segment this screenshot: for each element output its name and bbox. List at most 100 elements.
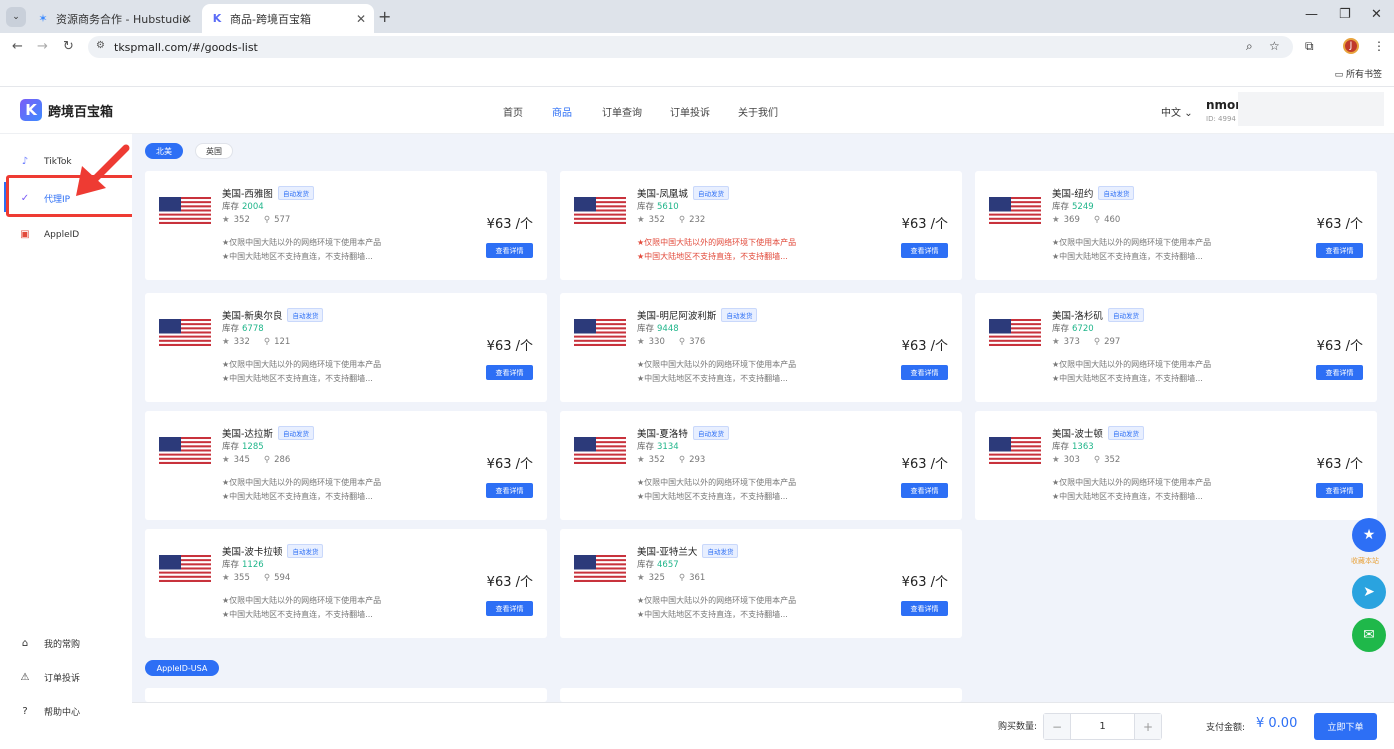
increase-button[interactable]: +: [1134, 714, 1161, 739]
product-card[interactable]: 美国-亚特兰大 自动发货 库存 4657 ★ 325 ⚲ 361 ★仅限中国大陆以外的网络环境下…: [560, 529, 962, 638]
minimize-icon[interactable]: —: [1305, 7, 1318, 22]
favorite-site-button[interactable]: ★: [1352, 518, 1386, 552]
back-icon[interactable]: ←: [12, 39, 23, 54]
sidebar-item-help[interactable]: ? 帮助中心: [18, 705, 80, 718]
extensions-icon[interactable]: ⧉: [1305, 39, 1314, 54]
product-card[interactable]: 美国-凤凰城 自动发货 库存 5610 ★ 352 ⚲ 232 ★仅限中国大陆以外的网络环境下使…: [560, 171, 962, 280]
product-title-text: 美国-亚特兰大: [637, 547, 698, 558]
pay-amount-label: 支付金额:: [1206, 723, 1246, 733]
quantity-stepper[interactable]: − 1 +: [1043, 713, 1162, 740]
window-close-icon[interactable]: ✕: [1371, 7, 1382, 22]
usage-note: ★中国大陆地区不支持直连，不支持翻墙...: [1052, 374, 1203, 383]
telegram-button[interactable]: ➤: [1352, 575, 1386, 609]
view-details-button[interactable]: 查看详情: [486, 483, 533, 498]
nav-about[interactable]: 关于我们: [738, 104, 778, 119]
product-stock: 库存 5610: [637, 200, 679, 212]
nav-order-query[interactable]: 订单查询: [602, 104, 642, 119]
place-order-button[interactable]: 立即下单: [1314, 713, 1377, 740]
us-flag-icon: [159, 555, 211, 582]
star-icon: ★: [637, 455, 645, 465]
product-card[interactable]: 美国-夏洛特 自动发货 库存 3134 ★ 352 ⚲ 293 ★仅限中国大陆以外的网络环境下使…: [560, 411, 962, 520]
rating-count: 303: [1063, 455, 1080, 465]
region-tab-uk[interactable]: 英国: [195, 143, 233, 159]
forward-icon[interactable]: →: [37, 39, 48, 54]
view-details-button[interactable]: 查看详情: [901, 243, 948, 258]
tag-icon: ⚲: [678, 337, 686, 347]
tab-search-icon[interactable]: ⌄: [6, 7, 26, 27]
all-bookmarks-button[interactable]: ▭ 所有书签: [1335, 67, 1382, 80]
region-tab-north-america[interactable]: 北美: [145, 143, 183, 159]
sidebar-item-label: 订单投诉: [44, 674, 81, 684]
product-card[interactable]: 美国-西雅图 自动发货 库存 2004 ★ 352 ⚲ 577 ★仅限中国大陆以外的网络环境下使…: [145, 171, 547, 280]
browser-menu-icon[interactable]: ⋮: [1373, 39, 1385, 53]
rating-count: 345: [233, 455, 250, 465]
product-card[interactable]: 美国-纽约 自动发货 库存 5249 ★ 369 ⚲ 460 ★仅限中国大陆以外的网络环境下使用…: [975, 171, 1377, 280]
nav-order-complaint[interactable]: 订单投诉: [670, 104, 710, 119]
sidebar-item-tiktok[interactable]: ♪ TikTok: [18, 156, 72, 167]
usage-note: ★仅限中国大陆以外的网络环境下使用本产品: [637, 596, 797, 605]
product-stats: ★ 369 ⚲ 460: [1052, 215, 1120, 225]
language-label: 中文: [1161, 108, 1181, 119]
zoom-icon[interactable]: ⌕: [1246, 39, 1253, 54]
star-icon: ★: [1362, 527, 1376, 543]
stock-value: 1363: [1072, 442, 1094, 452]
apple-id-icon: ▣: [20, 229, 30, 240]
view-details-button[interactable]: 查看详情: [1316, 483, 1363, 498]
auto-delivery-badge: 自动发货: [287, 308, 324, 322]
stock-value: 6778: [242, 324, 264, 334]
close-tab-icon[interactable]: ✕: [356, 12, 366, 26]
url-input[interactable]: ⚙ tkspmall.com/#/goods-list: [88, 36, 1293, 58]
profile-avatar[interactable]: J: [1343, 38, 1359, 54]
reload-icon[interactable]: ↻: [63, 39, 74, 54]
new-tab-icon[interactable]: +: [378, 7, 391, 26]
bookmark-star-icon[interactable]: ☆: [1269, 39, 1280, 53]
view-details-button[interactable]: 查看详情: [486, 243, 533, 258]
product-card[interactable]: [560, 688, 962, 702]
stock-label: 库存: [637, 442, 655, 452]
section-title-appleid-usa[interactable]: AppleID-USA: [145, 660, 219, 676]
product-stock: 库存 1363: [1052, 440, 1094, 452]
browser-tab-hubstudio[interactable]: ✶ 资源商务合作 - Hubstudio ✕: [28, 4, 200, 33]
usage-note: ★中国大陆地区不支持直连，不支持翻墙...: [637, 374, 788, 383]
product-price: ¥63 /个: [901, 217, 948, 232]
site-logo[interactable]: K 跨境百宝箱: [20, 99, 113, 121]
language-select[interactable]: 中文 ⌄: [1161, 104, 1193, 119]
view-details-button[interactable]: 查看详情: [901, 483, 948, 498]
tag-icon: ⚲: [678, 573, 686, 583]
auto-delivery-badge: 自动发货: [702, 544, 739, 558]
stock-label: 库存: [637, 202, 655, 212]
star-icon: ★: [222, 455, 230, 465]
view-details-button[interactable]: 查看详情: [901, 601, 948, 616]
warning-icon: ⚠: [20, 672, 30, 683]
close-tab-icon[interactable]: ✕: [182, 12, 192, 26]
browser-tab-goods[interactable]: K 商品-跨境百宝箱 ✕: [202, 4, 374, 33]
product-card[interactable]: 美国-达拉斯 自动发货 库存 1285 ★ 345 ⚲ 286 ★仅限中国大陆以外的网络环境下使…: [145, 411, 547, 520]
sidebar-item-my-purchases[interactable]: ⌂ 我的常购: [18, 637, 80, 650]
view-details-button[interactable]: 查看详情: [1316, 365, 1363, 380]
quantity-value[interactable]: 1: [1071, 714, 1134, 739]
view-details-button[interactable]: 查看详情: [901, 365, 948, 380]
stock-value: 3134: [657, 442, 679, 452]
nav-goods[interactable]: 商品: [552, 104, 572, 119]
star-icon: ★: [637, 573, 645, 583]
product-card[interactable]: 美国-波士顿 自动发货 库存 1363 ★ 303 ⚲ 352 ★仅限中国大陆以外的网络环境下使…: [975, 411, 1377, 520]
view-details-button[interactable]: 查看详情: [486, 365, 533, 380]
product-card[interactable]: 美国-明尼阿波利斯 自动发货 库存 9448 ★ 330 ⚲ 376 ★仅限中国大陆以外的网络环…: [560, 293, 962, 402]
view-details-button[interactable]: 查看详情: [486, 601, 533, 616]
restore-icon[interactable]: ❐: [1339, 7, 1351, 22]
product-card[interactable]: 美国-洛杉矶 自动发货 库存 6720 ★ 373 ⚲ 297 ★仅限中国大陆以外的网络环境下使…: [975, 293, 1377, 402]
product-card[interactable]: 美国-波卡拉顿 自动发货 库存 1126 ★ 355 ⚲ 594 ★仅限中国大陆以外的网络环境下…: [145, 529, 547, 638]
decrease-button[interactable]: −: [1044, 714, 1071, 739]
sidebar-item-appleid[interactable]: ▣ AppleID: [18, 229, 79, 240]
rating-count: 352: [233, 215, 250, 225]
tab-title: 商品-跨境百宝箱: [230, 12, 311, 26]
product-card[interactable]: [145, 688, 547, 702]
site-info-icon[interactable]: ⚙: [96, 40, 105, 51]
wechat-button[interactable]: ✉: [1352, 618, 1386, 652]
view-details-button[interactable]: 查看详情: [1316, 243, 1363, 258]
stock-label: 库存: [1052, 202, 1070, 212]
site-header: K 跨境百宝箱 首页 商品 订单查询 订单投诉 关于我们 中文 ⌄ nmom I…: [0, 88, 1394, 134]
sidebar-item-complaint[interactable]: ⚠ 订单投诉: [18, 671, 81, 684]
nav-home[interactable]: 首页: [503, 104, 523, 119]
product-card[interactable]: 美国-新奥尔良 自动发货 库存 6778 ★ 332 ⚲ 121 ★仅限中国大陆以外的网络环境下…: [145, 293, 547, 402]
